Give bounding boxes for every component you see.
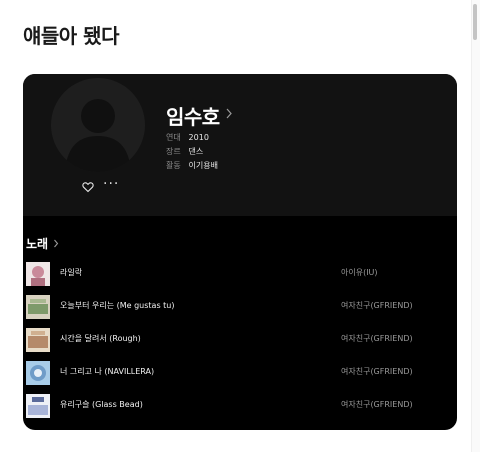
song-artist[interactable]: 여자친구(GFRIEND): [341, 399, 413, 410]
meta-genre-value: 댄스: [188, 147, 204, 156]
artist-header: ··· 임수호 연대 2010 장르 댄스 활동 이기용배: [23, 74, 457, 216]
page-title: 얘들아 됐다: [23, 24, 119, 48]
song-row[interactable]: 시간을 달려서 (Rough) 여자친구(GFRIEND): [23, 326, 457, 354]
song-row[interactable]: 유리구슬 (Glass Bead) 여자친구(GFRIEND): [23, 392, 457, 420]
meta-activity-value: 이기용배: [188, 161, 218, 170]
meta-genre-label: 장르: [166, 147, 181, 156]
scrollbar[interactable]: [471, 0, 480, 452]
album-cover: [26, 328, 50, 352]
chevron-right-icon[interactable]: [53, 239, 59, 248]
song-title[interactable]: 시간을 달려서 (Rough): [60, 333, 141, 344]
heart-icon[interactable]: [82, 181, 94, 193]
meta-era: 연대 2010: [166, 132, 209, 143]
song-artist[interactable]: 여자친구(GFRIEND): [341, 333, 413, 344]
chevron-right-icon[interactable]: [225, 108, 233, 119]
meta-era-label: 연대: [166, 133, 181, 142]
album-cover: [26, 262, 50, 286]
song-row[interactable]: 오늘부터 우리는 (Me gustas tu) 여자친구(GFRIEND): [23, 293, 457, 321]
album-cover: [26, 361, 50, 385]
more-button[interactable]: ···: [103, 177, 118, 191]
album-cover: [26, 394, 50, 418]
songs-heading[interactable]: 노래: [26, 235, 48, 252]
artist-avatar: [51, 78, 145, 172]
song-row[interactable]: 너 그리고 나 (NAVILLERA) 여자친구(GFRIEND): [23, 359, 457, 387]
song-artist[interactable]: 아이유(IU): [341, 267, 378, 278]
song-title[interactable]: 오늘부터 우리는 (Me gustas tu): [60, 300, 175, 311]
meta-genre: 장르 댄스: [166, 146, 203, 157]
meta-activity: 활동 이기용배: [166, 160, 218, 171]
song-title[interactable]: 너 그리고 나 (NAVILLERA): [60, 366, 154, 377]
song-title[interactable]: 라일락: [60, 267, 82, 278]
song-row[interactable]: 라일락 아이유(IU): [23, 260, 457, 288]
song-artist[interactable]: 여자친구(GFRIEND): [341, 366, 413, 377]
meta-era-value: 2010: [188, 133, 209, 142]
artist-card: ··· 임수호 연대 2010 장르 댄스 활동 이기용배 노래 라일락 아이유…: [23, 74, 457, 430]
scrollbar-thumb[interactable]: [473, 4, 477, 40]
person-silhouette-icon: [65, 99, 131, 172]
song-artist[interactable]: 여자친구(GFRIEND): [341, 300, 413, 311]
meta-activity-label: 활동: [166, 161, 181, 170]
song-title[interactable]: 유리구슬 (Glass Bead): [60, 399, 143, 410]
artist-name[interactable]: 임수호: [166, 101, 220, 130]
album-cover: [26, 295, 50, 319]
